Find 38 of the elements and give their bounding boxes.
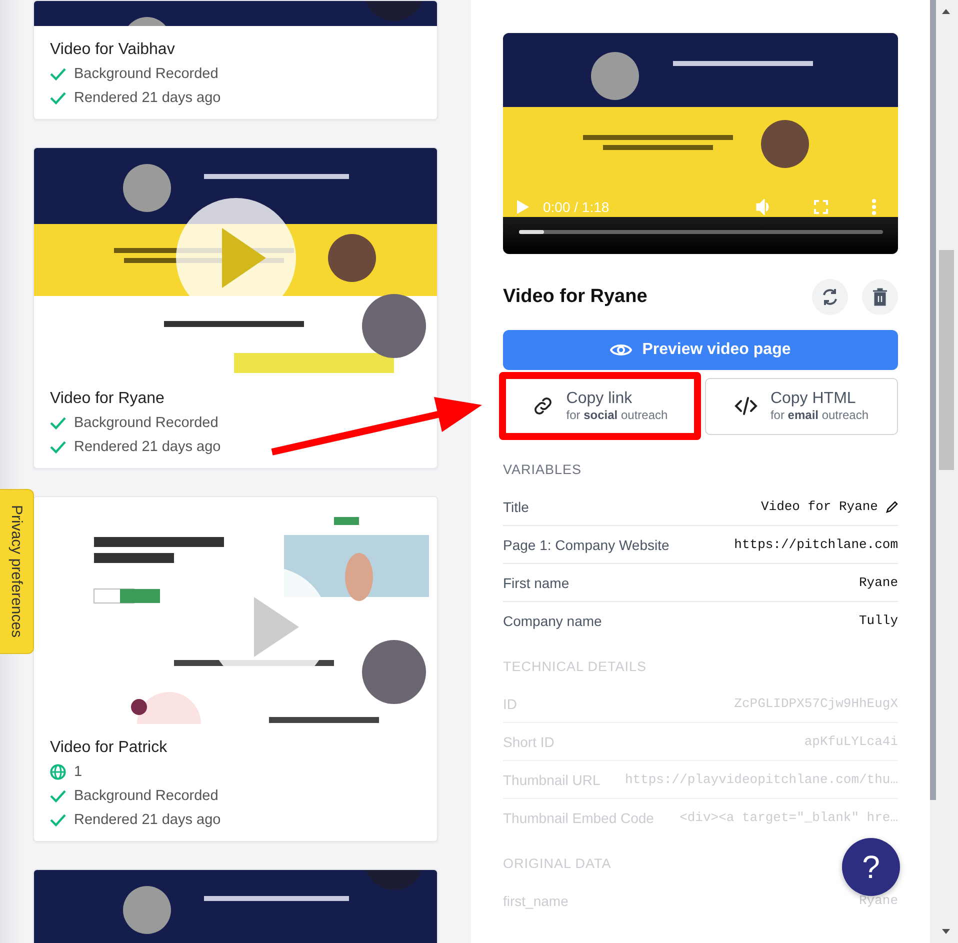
globe-icon — [50, 764, 66, 780]
privacy-tab[interactable]: Privacy preferences — [0, 489, 34, 654]
code-icon — [734, 395, 758, 417]
video-card[interactable]: Video for Vaibhav Background Recorded Rendered 21 days ago — [33, 0, 438, 120]
eye-icon — [610, 342, 632, 358]
video-title: Video for Patrick — [50, 738, 168, 758]
copy-button[interactable]: Copy link for social outreach — [499, 372, 701, 440]
field-value: Video for Ryane — [760, 499, 878, 514]
field-label: First name — [503, 574, 570, 590]
section-heading: VARIABLES — [503, 461, 582, 479]
field-value: Ryane — [858, 575, 898, 590]
field-label: Title — [503, 498, 529, 514]
status-text: Rendered 21 days ago — [74, 90, 221, 106]
trash-icon — [872, 288, 888, 306]
progress-bar[interactable] — [519, 230, 883, 234]
status-text: Background Recorded — [74, 415, 218, 431]
copy-button[interactable]: Copy HTML for email outreach — [705, 378, 898, 434]
link-icon — [532, 395, 554, 417]
video-title: Video for Ryane — [50, 389, 166, 409]
playback-time: 0:00 / 1:18 — [543, 199, 610, 215]
field-label: Company name — [503, 612, 602, 628]
field-value: Tully — [858, 613, 898, 628]
status-text: Background Recorded — [74, 66, 218, 82]
pencil-icon[interactable] — [886, 500, 898, 512]
video-title: Video for Vaibhav — [50, 40, 176, 60]
delete-button[interactable] — [862, 279, 898, 315]
status-text: Rendered 21 days ago — [74, 812, 221, 828]
field-label: Page 1: Company Website — [503, 536, 670, 552]
video-card[interactable]: Video for Patrick 1 Background Recorded Rendered 21 days ago — [33, 496, 438, 842]
preview-button[interactable]: Preview video page — [503, 330, 898, 370]
video-card[interactable]: Video for Ryane Background Recorded Rendered 21 days ago — [33, 147, 438, 469]
status-text: Background Recorded — [74, 788, 218, 804]
refresh-button[interactable] — [812, 279, 848, 315]
field-value: https://pitchlane.com — [734, 537, 898, 552]
video-title: Video for Ryane — [503, 286, 648, 308]
refresh-icon — [821, 288, 839, 306]
view-count: 1 — [74, 764, 82, 780]
status-text: Rendered 21 days ago — [74, 439, 221, 455]
